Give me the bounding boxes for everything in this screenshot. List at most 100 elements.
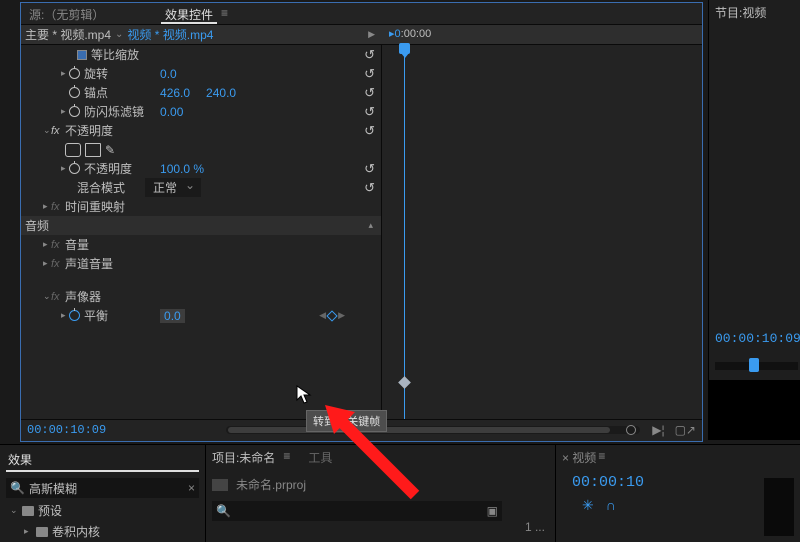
opacity-row: ▸ 不透明度 100.0 % ↺ [21, 159, 381, 178]
panner-label: 声像器 [65, 288, 101, 305]
source-tab[interactable]: 源:（无剪辑） [21, 3, 161, 24]
collapse-icon[interactable]: ▴ [368, 220, 373, 231]
convolution-label: 卷积内核 [52, 523, 100, 540]
anchor-y-value[interactable]: 240.0 [206, 86, 236, 100]
twirl-icon[interactable]: ⌄ [43, 125, 51, 136]
balance-row: ▸ 平衡 0.0 ◀ ▶ [21, 306, 381, 325]
twirl-icon[interactable]: ▸ [61, 68, 69, 79]
export-icon[interactable]: ▢↗ [675, 423, 696, 437]
reset-icon[interactable]: ↺ [364, 161, 375, 177]
blend-label: 混合模式 [77, 179, 125, 196]
anchor-x-value[interactable]: 426.0 [160, 86, 190, 100]
effects-panel: 效果 🔍 × ⌄ 预设 ▸ 卷积内核 [0, 445, 206, 542]
program-monitor-panel: 节目:视频 00:00:10:09 [708, 0, 800, 440]
balance-label: 平衡 [84, 307, 108, 324]
stopwatch-icon[interactable] [69, 106, 80, 117]
panel-header: 源:（无剪辑） 效果控件 ≡ [21, 3, 702, 25]
project-filename-row: 未命名.prproj [212, 476, 549, 493]
add-keyframe-icon[interactable] [326, 310, 337, 321]
loop-playback-icon[interactable]: ▶¦ [652, 423, 664, 437]
mini-timeline[interactable] [381, 45, 702, 419]
twirl-icon[interactable]: ▸ [43, 201, 51, 212]
fx-badge-icon[interactable]: fx [51, 201, 65, 213]
stopwatch-icon[interactable] [69, 163, 80, 174]
program-strip [709, 380, 800, 440]
reset-icon[interactable]: ↺ [364, 180, 375, 196]
panel-menu-icon[interactable]: ≡ [598, 449, 605, 466]
opacity-value[interactable]: 100.0 % [160, 162, 204, 176]
playhead-head-icon[interactable] [399, 43, 410, 54]
reset-icon[interactable]: ↺ [364, 85, 375, 101]
master-label[interactable]: 主要 * 视频.mp4 [25, 26, 111, 43]
reset-icon[interactable]: ↺ [364, 47, 375, 63]
reset-icon[interactable]: ↺ [364, 104, 375, 120]
rotation-value[interactable]: 0.0 [160, 67, 177, 81]
preset-folder[interactable]: ⌄ 预设 [6, 502, 199, 519]
reset-icon[interactable]: ↺ [364, 66, 375, 82]
item-count: 1 ... [525, 520, 545, 534]
panel-menu-icon[interactable]: ≡ [217, 3, 232, 24]
folder-icon [36, 527, 48, 537]
effects-search[interactable]: 🔍 × [6, 478, 199, 498]
effects-tab[interactable]: 效果 [6, 449, 199, 472]
magnet-icon[interactable]: ∩ [606, 497, 616, 514]
project-search[interactable]: 🔍 ▣ [212, 501, 502, 521]
scrollbar-thumb[interactable] [228, 427, 610, 433]
timeline-scrollbar[interactable] [226, 426, 640, 434]
program-scale-bar[interactable] [715, 362, 798, 370]
effect-controls-panel: 源:（无剪辑） 效果控件 ≡ 主要 * 视频.mp4 ⌄ 视频 * 视频.mp4… [20, 2, 703, 442]
convolution-folder[interactable]: ▸ 卷积内核 [6, 523, 199, 540]
opacity-group-label: 不透明度 [65, 122, 113, 139]
play-icon[interactable]: ▶ [368, 29, 375, 40]
twirl-icon[interactable]: ▸ [43, 258, 51, 269]
snap-icon[interactable]: ✳ [582, 497, 594, 514]
rect-mask-icon[interactable] [85, 143, 101, 157]
effect-controls-tab[interactable]: 效果控件 [161, 3, 217, 24]
rotation-row: ▸ 旋转 0.0 ↺ [21, 64, 381, 83]
fx-badge-icon[interactable]: fx [51, 258, 65, 270]
program-scale-handle[interactable] [749, 358, 759, 372]
blend-dropdown[interactable]: 正常 [145, 178, 201, 197]
project-icon [212, 479, 228, 491]
scrollbar-handle-icon[interactable] [626, 425, 636, 435]
effects-search-input[interactable] [29, 481, 184, 495]
project-filename: 未命名.prproj [236, 476, 306, 493]
playhead[interactable] [404, 45, 405, 419]
channel-volume-label: 声道音量 [65, 255, 113, 272]
footer-timecode[interactable]: 00:00:10:09 [27, 423, 106, 437]
sequence-tab[interactable]: × 视频 [562, 449, 596, 466]
pen-mask-icon[interactable]: ✎ [105, 143, 115, 157]
chevron-down-icon[interactable]: ⌄ [115, 29, 123, 40]
ellipse-mask-icon[interactable] [65, 143, 81, 157]
twirl-icon[interactable]: ▸ [61, 310, 69, 321]
balance-value[interactable]: 0.0 [160, 309, 185, 323]
reset-icon[interactable]: ↺ [364, 123, 375, 139]
stopwatch-icon[interactable] [69, 310, 80, 321]
project-tab[interactable]: 项目:未命名 [212, 449, 275, 466]
clip-link[interactable]: 视频 * 视频.mp4 [127, 26, 213, 43]
checkbox-icon[interactable] [77, 50, 87, 60]
opacity-label: 不透明度 [84, 160, 132, 177]
tools-tab[interactable]: 工具 [308, 449, 332, 466]
twirl-icon[interactable]: ▸ [61, 163, 69, 174]
sequence-timecode[interactable]: 00:00:10 [572, 474, 794, 491]
twirl-icon[interactable]: ▸ [43, 239, 51, 250]
bin-icon[interactable]: ▣ [487, 504, 498, 518]
panel-menu-icon[interactable]: ≡ [283, 449, 290, 466]
folder-icon [22, 506, 34, 516]
time-remap-row: ▸ fx 时间重映射 [21, 197, 381, 216]
twirl-icon[interactable]: ▸ [61, 106, 69, 117]
clear-search-icon[interactable]: × [188, 481, 195, 495]
twirl-icon[interactable]: ⌄ [43, 291, 51, 302]
antiflicker-value[interactable]: 0.00 [160, 105, 183, 119]
program-tab[interactable]: 节目:视频 [709, 0, 800, 25]
keyframe-diamond-icon[interactable] [398, 376, 411, 389]
uniform-scale-label: 等比缩放 [91, 46, 139, 63]
fx-badge-icon[interactable]: fx [51, 239, 65, 251]
stopwatch-icon[interactable] [69, 68, 80, 79]
fx-badge-icon[interactable]: fx [51, 125, 65, 137]
next-keyframe-icon[interactable]: ▶ [338, 310, 345, 321]
stopwatch-icon[interactable] [69, 87, 80, 98]
program-timecode[interactable]: 00:00:10:09 [715, 331, 800, 346]
fx-badge-icon[interactable]: fx [51, 291, 65, 303]
